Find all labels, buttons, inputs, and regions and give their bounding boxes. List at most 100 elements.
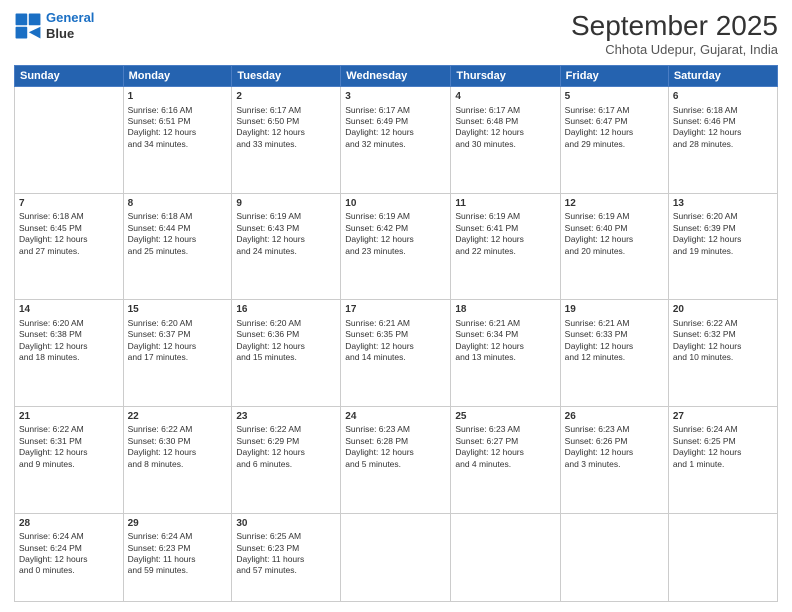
day-info-line: and 15 minutes. bbox=[236, 352, 336, 363]
day-info-line: Daylight: 12 hours bbox=[128, 447, 228, 458]
day-info-line: and 30 minutes. bbox=[455, 139, 555, 150]
day-info-line: Daylight: 12 hours bbox=[236, 447, 336, 458]
day-info-line: Daylight: 12 hours bbox=[565, 341, 664, 352]
day-number: 18 bbox=[455, 303, 555, 317]
day-info-line: Daylight: 11 hours bbox=[128, 554, 228, 565]
day-info-line: Daylight: 12 hours bbox=[236, 127, 336, 138]
day-info-line: Sunrise: 6:22 AM bbox=[673, 318, 773, 329]
day-info-line: Sunset: 6:23 PM bbox=[128, 543, 228, 554]
day-info-line: and 33 minutes. bbox=[236, 139, 336, 150]
week-row-1: 1Sunrise: 6:16 AMSunset: 6:51 PMDaylight… bbox=[15, 87, 778, 194]
day-info-line: and 28 minutes. bbox=[673, 139, 773, 150]
day-info-line: Daylight: 12 hours bbox=[673, 447, 773, 458]
day-number: 13 bbox=[673, 197, 773, 211]
logo-line1: General bbox=[46, 10, 94, 25]
weekday-header-wednesday: Wednesday bbox=[341, 66, 451, 87]
day-number: 23 bbox=[236, 410, 336, 424]
day-info-line: and 20 minutes. bbox=[565, 246, 664, 257]
day-number: 29 bbox=[128, 517, 228, 531]
day-info-line: Daylight: 12 hours bbox=[673, 234, 773, 245]
day-number: 4 bbox=[455, 90, 555, 104]
day-info-line: Daylight: 12 hours bbox=[455, 447, 555, 458]
day-info-line: Sunrise: 6:20 AM bbox=[236, 318, 336, 329]
day-info-line: Sunset: 6:34 PM bbox=[455, 329, 555, 340]
day-number: 11 bbox=[455, 197, 555, 211]
weekday-header-monday: Monday bbox=[123, 66, 232, 87]
day-info-line: Daylight: 12 hours bbox=[19, 341, 119, 352]
calendar-cell: 3Sunrise: 6:17 AMSunset: 6:49 PMDaylight… bbox=[341, 87, 451, 194]
calendar-cell: 15Sunrise: 6:20 AMSunset: 6:37 PMDayligh… bbox=[123, 300, 232, 407]
weekday-header-thursday: Thursday bbox=[451, 66, 560, 87]
logo-icon bbox=[14, 12, 42, 40]
day-info-line: and 23 minutes. bbox=[345, 246, 446, 257]
day-info-line: Sunrise: 6:23 AM bbox=[565, 424, 664, 435]
day-info-line: Sunset: 6:27 PM bbox=[455, 436, 555, 447]
logo-text: General Blue bbox=[46, 10, 94, 41]
day-info-line: Sunrise: 6:19 AM bbox=[236, 211, 336, 222]
calendar-cell: 16Sunrise: 6:20 AMSunset: 6:36 PMDayligh… bbox=[232, 300, 341, 407]
location: Chhota Udepur, Gujarat, India bbox=[571, 42, 778, 57]
day-info-line: Sunset: 6:46 PM bbox=[673, 116, 773, 127]
day-info-line: Sunrise: 6:23 AM bbox=[345, 424, 446, 435]
day-info-line: Sunset: 6:43 PM bbox=[236, 223, 336, 234]
day-info-line: Daylight: 12 hours bbox=[19, 234, 119, 245]
day-info-line: Sunset: 6:30 PM bbox=[128, 436, 228, 447]
weekday-header-tuesday: Tuesday bbox=[232, 66, 341, 87]
day-info-line: Sunrise: 6:20 AM bbox=[128, 318, 228, 329]
day-info-line: Daylight: 12 hours bbox=[128, 127, 228, 138]
day-info-line: Daylight: 12 hours bbox=[565, 447, 664, 458]
calendar-cell bbox=[341, 513, 451, 601]
day-number: 20 bbox=[673, 303, 773, 317]
day-info-line: Daylight: 12 hours bbox=[236, 341, 336, 352]
day-info-line: and 5 minutes. bbox=[345, 459, 446, 470]
day-info-line: and 22 minutes. bbox=[455, 246, 555, 257]
day-info-line: Sunrise: 6:18 AM bbox=[673, 105, 773, 116]
day-info-line: Daylight: 12 hours bbox=[673, 127, 773, 138]
day-info-line: Sunrise: 6:20 AM bbox=[673, 211, 773, 222]
day-info-line: Sunset: 6:51 PM bbox=[128, 116, 228, 127]
logo-line2: Blue bbox=[46, 26, 94, 42]
day-info-line: Sunset: 6:50 PM bbox=[236, 116, 336, 127]
day-info-line: Sunrise: 6:19 AM bbox=[455, 211, 555, 222]
day-info-line: Sunrise: 6:22 AM bbox=[236, 424, 336, 435]
day-number: 24 bbox=[345, 410, 446, 424]
day-info-line: Daylight: 12 hours bbox=[455, 127, 555, 138]
header: General Blue September 2025 Chhota Udepu… bbox=[14, 10, 778, 57]
day-info-line: Sunset: 6:36 PM bbox=[236, 329, 336, 340]
calendar-cell: 2Sunrise: 6:17 AMSunset: 6:50 PMDaylight… bbox=[232, 87, 341, 194]
day-number: 15 bbox=[128, 303, 228, 317]
day-info-line: Sunrise: 6:19 AM bbox=[565, 211, 664, 222]
day-info-line: Sunset: 6:28 PM bbox=[345, 436, 446, 447]
day-info-line: Sunset: 6:40 PM bbox=[565, 223, 664, 234]
day-info-line: and 10 minutes. bbox=[673, 352, 773, 363]
day-number: 17 bbox=[345, 303, 446, 317]
day-info-line: Sunset: 6:35 PM bbox=[345, 329, 446, 340]
day-number: 8 bbox=[128, 197, 228, 211]
day-number: 12 bbox=[565, 197, 664, 211]
day-info-line: Sunset: 6:26 PM bbox=[565, 436, 664, 447]
day-info-line: Daylight: 12 hours bbox=[345, 341, 446, 352]
day-info-line: Sunset: 6:23 PM bbox=[236, 543, 336, 554]
weekday-header-friday: Friday bbox=[560, 66, 668, 87]
calendar-table: SundayMondayTuesdayWednesdayThursdayFrid… bbox=[14, 65, 778, 602]
day-info-line: Sunrise: 6:23 AM bbox=[455, 424, 555, 435]
calendar-cell: 29Sunrise: 6:24 AMSunset: 6:23 PMDayligh… bbox=[123, 513, 232, 601]
day-info-line: Sunrise: 6:21 AM bbox=[565, 318, 664, 329]
day-info-line: Sunrise: 6:20 AM bbox=[19, 318, 119, 329]
day-info-line: Sunrise: 6:17 AM bbox=[455, 105, 555, 116]
day-number: 6 bbox=[673, 90, 773, 104]
logo: General Blue bbox=[14, 10, 94, 41]
week-row-3: 14Sunrise: 6:20 AMSunset: 6:38 PMDayligh… bbox=[15, 300, 778, 407]
day-info-line: and 1 minute. bbox=[673, 459, 773, 470]
day-info-line: Sunset: 6:37 PM bbox=[128, 329, 228, 340]
day-info-line: Daylight: 12 hours bbox=[565, 234, 664, 245]
calendar-cell: 18Sunrise: 6:21 AMSunset: 6:34 PMDayligh… bbox=[451, 300, 560, 407]
calendar-cell: 28Sunrise: 6:24 AMSunset: 6:24 PMDayligh… bbox=[15, 513, 124, 601]
calendar-cell: 11Sunrise: 6:19 AMSunset: 6:41 PMDayligh… bbox=[451, 193, 560, 300]
calendar-cell: 7Sunrise: 6:18 AMSunset: 6:45 PMDaylight… bbox=[15, 193, 124, 300]
calendar-cell: 17Sunrise: 6:21 AMSunset: 6:35 PMDayligh… bbox=[341, 300, 451, 407]
day-number: 21 bbox=[19, 410, 119, 424]
day-info-line: and 9 minutes. bbox=[19, 459, 119, 470]
day-info-line: and 59 minutes. bbox=[128, 565, 228, 576]
day-info-line: Sunrise: 6:24 AM bbox=[19, 531, 119, 542]
